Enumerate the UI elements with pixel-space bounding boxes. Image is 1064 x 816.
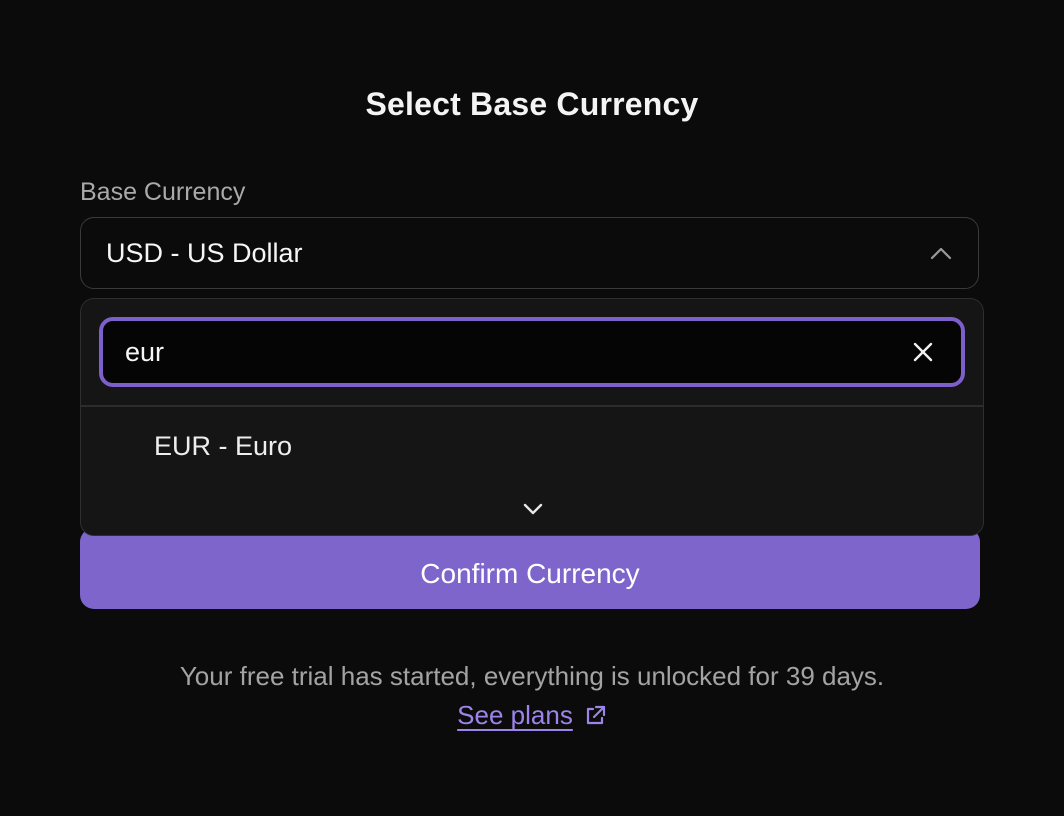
base-currency-select[interactable]: USD - US Dollar	[80, 217, 979, 289]
page-title: Select Base Currency	[365, 86, 699, 122]
see-plans-row: See plans	[0, 700, 1064, 731]
base-currency-label: Base Currency	[80, 178, 246, 206]
currency-dropdown: EUR - Euro	[80, 298, 984, 536]
currency-option-eur[interactable]: EUR - Euro	[81, 423, 983, 469]
close-icon[interactable]	[911, 340, 935, 364]
dropdown-divider	[81, 405, 983, 407]
trial-status-text: Your free trial has started, everything …	[179, 661, 885, 691]
currency-search-input[interactable]	[125, 336, 885, 368]
currency-setup-page: Select Base Currency Base Currency USD -…	[0, 0, 1064, 816]
chevron-up-icon[interactable]	[930, 242, 952, 264]
selected-currency-value: USD - US Dollar	[106, 237, 303, 268]
see-plans-link[interactable]: See plans	[457, 700, 573, 731]
external-link-icon[interactable]	[583, 704, 607, 728]
currency-search-box[interactable]	[99, 317, 965, 387]
confirm-currency-button[interactable]: Confirm Currency	[80, 528, 980, 609]
chevron-down-icon[interactable]	[521, 497, 545, 521]
